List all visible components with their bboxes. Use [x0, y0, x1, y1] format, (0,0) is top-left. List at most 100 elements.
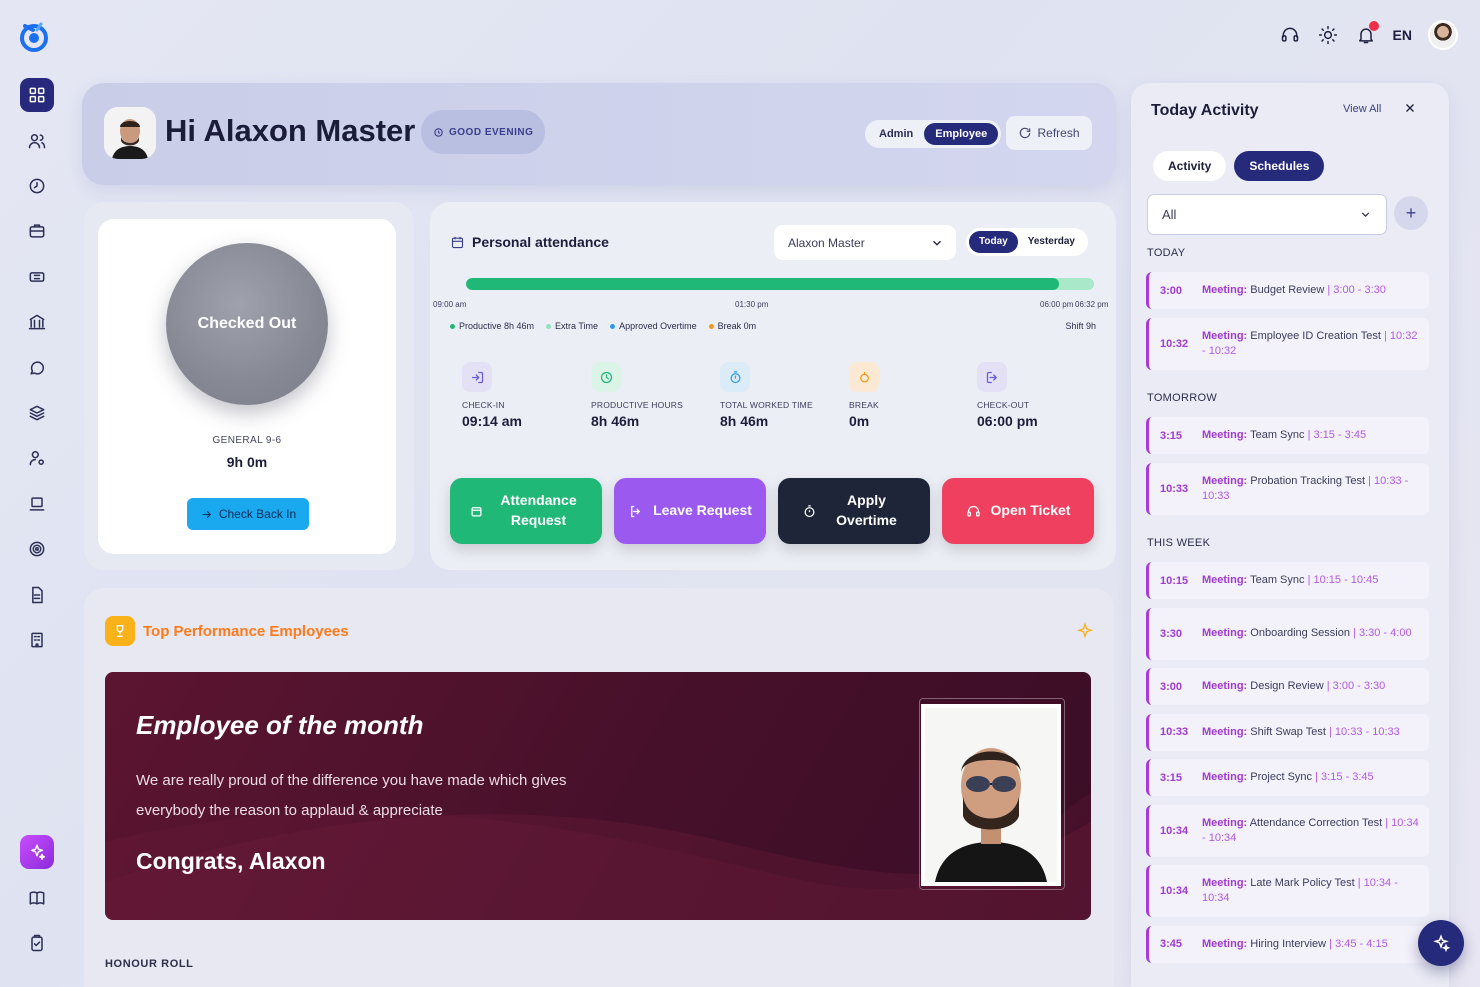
attendance-request-button[interactable]: Attendance Request	[450, 478, 602, 544]
apply-overtime-label: Apply Overtime	[836, 492, 897, 528]
eom-message: We are really proud of the difference yo…	[136, 772, 567, 819]
schedule-event[interactable]: 3:15 Meeting: Project Sync | 3:15 - 3:45	[1146, 759, 1429, 796]
sidebar-users-icon[interactable]	[20, 124, 54, 158]
sidebar-user-settings-icon[interactable]	[20, 441, 54, 475]
sidebar-dashboard-icon[interactable]	[20, 78, 54, 112]
stat-value: 0m	[849, 413, 870, 429]
event-time: 10:34	[1160, 824, 1189, 837]
user-avatar[interactable]	[1428, 20, 1458, 50]
notification-bell-icon[interactable]	[1355, 21, 1379, 46]
event-description: Meeting: Team Sync | 3:15 - 3:45	[1202, 428, 1366, 443]
day-toggle: Today Yesterday	[966, 228, 1088, 256]
event-time: 10:34	[1160, 885, 1189, 897]
event-type: Meeting:	[1202, 937, 1248, 950]
sidebar-ticket-icon[interactable]	[20, 260, 54, 294]
view-all-link[interactable]: View All	[1343, 103, 1381, 115]
event-time: 3:00	[1160, 680, 1183, 693]
add-schedule-button[interactable]: +	[1394, 196, 1428, 230]
sidebar-clock-icon[interactable]	[20, 169, 54, 203]
event-range: 10:33 - 10:33	[1334, 725, 1400, 738]
ai-assistant-button[interactable]	[1418, 920, 1464, 966]
event-description: Meeting: Budget Review | 3:00 - 3:30	[1202, 283, 1386, 298]
schedule-event[interactable]: 3:15 Meeting: Team Sync | 3:15 - 3:45	[1146, 417, 1429, 454]
language-switch[interactable]: EN	[1393, 27, 1412, 43]
sidebar-target-icon[interactable]	[20, 532, 54, 566]
eom-title: Employee of the month	[136, 710, 424, 740]
sidebar-ai-sparkle-icon[interactable]	[20, 835, 54, 869]
event-range: 3:15 - 3:45	[1321, 771, 1374, 783]
greeting-time-label: GOOD EVENING	[449, 126, 534, 138]
event-type: Meeting:	[1202, 771, 1248, 783]
sidebar-clipboard-icon[interactable]	[20, 926, 54, 960]
event-separator: |	[1354, 877, 1364, 889]
topbar: EN	[1279, 20, 1458, 50]
sidebar-bank-icon[interactable]	[20, 305, 54, 339]
event-time: 3:30	[1160, 627, 1183, 640]
check-back-in-button[interactable]: Check Back In	[187, 498, 309, 530]
day-yesterday-tab[interactable]: Yesterday	[1018, 231, 1085, 253]
schedule-event[interactable]: 10:32 Meeting: Employee ID Creation Test …	[1146, 317, 1429, 370]
employee-select-value: Alaxon Master	[788, 235, 865, 250]
schedule-event[interactable]: 10:15 Meeting: Team Sync | 10:15 - 10:45	[1146, 562, 1429, 599]
sidebar-document-icon[interactable]	[20, 578, 54, 612]
sidebar	[0, 0, 72, 987]
support-headset-icon[interactable]	[1279, 24, 1301, 46]
legend-item: Approved Overtime	[610, 321, 697, 331]
event-time: 3:15	[1160, 771, 1183, 784]
activity-filter-select[interactable]: All	[1147, 194, 1387, 235]
open-ticket-button[interactable]: Open Ticket	[942, 478, 1094, 544]
event-range: 3:00 - 3:30	[1332, 680, 1386, 692]
schedule-event[interactable]: 3:30 Meeting: Onboarding Session | 3:30 -…	[1146, 607, 1429, 660]
tab-activity[interactable]: Activity	[1153, 151, 1227, 181]
event-separator: |	[1382, 816, 1392, 829]
event-type: Meeting:	[1202, 627, 1248, 639]
schedule-section-heading: TODAY	[1147, 247, 1186, 259]
schedule-section-heading: THIS WEEK	[1147, 537, 1211, 549]
sparkle-icon[interactable]	[1076, 622, 1094, 640]
role-employee-tab[interactable]: Employee	[924, 123, 999, 145]
app-logo[interactable]	[17, 20, 51, 54]
close-icon[interactable]	[1403, 101, 1419, 117]
schedule-event[interactable]: 3:00 Meeting: Design Review | 3:00 - 3:30	[1146, 668, 1429, 705]
event-separator: |	[1365, 474, 1375, 487]
schedule-event[interactable]: 3:45 Meeting: Hiring Interview | 3:45 - 4…	[1146, 925, 1429, 963]
honour-roll-heading: HONOUR ROLL	[105, 958, 194, 970]
schedule-event[interactable]: 10:34 Meeting: Attendance Correction Test…	[1146, 804, 1429, 857]
check-status-circle[interactable]: Checked Out	[166, 243, 328, 405]
event-type: Meeting:	[1202, 474, 1248, 487]
event-range: 10:15 - 10:45	[1313, 574, 1379, 586]
event-type: Meeting:	[1202, 680, 1248, 692]
sidebar-book-icon[interactable]	[20, 881, 54, 915]
schedule-event[interactable]: 10:34 Meeting: Late Mark Policy Test | 10…	[1146, 865, 1429, 917]
schedule-event[interactable]: 10:33 Meeting: Shift Swap Test | 10:33 - …	[1146, 713, 1429, 751]
event-separator: |	[1380, 329, 1390, 342]
day-today-tab[interactable]: Today	[969, 231, 1018, 253]
event-description: Meeting: Attendance Correction Test | 10…	[1202, 816, 1421, 846]
attendance-stats: CHECK-IN 09:14 am PRODUCTIVE HOURS 8h 46…	[462, 362, 1102, 442]
leave-request-button[interactable]: Leave Request	[614, 478, 766, 544]
legend-label: Productive 8h 46m	[459, 321, 535, 331]
tab-schedules[interactable]: Schedules	[1234, 151, 1325, 181]
greeting-title: Hi Alaxon Master	[165, 113, 416, 148]
schedule-event[interactable]: 10:33 Meeting: Probation Tracking Test | …	[1146, 462, 1429, 515]
schedule-event[interactable]: 3:00 Meeting: Budget Review | 3:00 - 3:30	[1146, 272, 1429, 309]
event-time: 3:00	[1160, 284, 1183, 297]
sidebar-layers-icon[interactable]	[20, 396, 54, 430]
sidebar-chat-icon[interactable]	[20, 351, 54, 385]
apply-overtime-button[interactable]: Apply Overtime	[778, 478, 930, 544]
theme-sun-icon[interactable]	[1317, 24, 1339, 46]
eom-employee-photo	[921, 704, 1061, 886]
employee-select[interactable]: Alaxon Master	[774, 225, 956, 260]
event-name: Attendance Correction Test	[1249, 816, 1383, 829]
sidebar-laptop-icon[interactable]	[20, 487, 54, 521]
sidebar-building-icon[interactable]	[20, 623, 54, 657]
event-separator: |	[1325, 725, 1335, 738]
greeting-time-pill: GOOD EVENING	[421, 110, 546, 154]
check-status-panel: Checked Out GENERAL 9-6 9h 0m Check Back…	[84, 202, 414, 570]
sidebar-briefcase-icon[interactable]	[20, 214, 54, 248]
trophy-icon	[105, 616, 135, 646]
event-description: Meeting: Hiring Interview | 3:45 - 4:15	[1202, 937, 1388, 952]
role-admin-tab[interactable]: Admin	[868, 123, 924, 145]
shift-name: GENERAL 9-6	[212, 435, 282, 446]
refresh-button[interactable]: Refresh	[1006, 116, 1092, 150]
